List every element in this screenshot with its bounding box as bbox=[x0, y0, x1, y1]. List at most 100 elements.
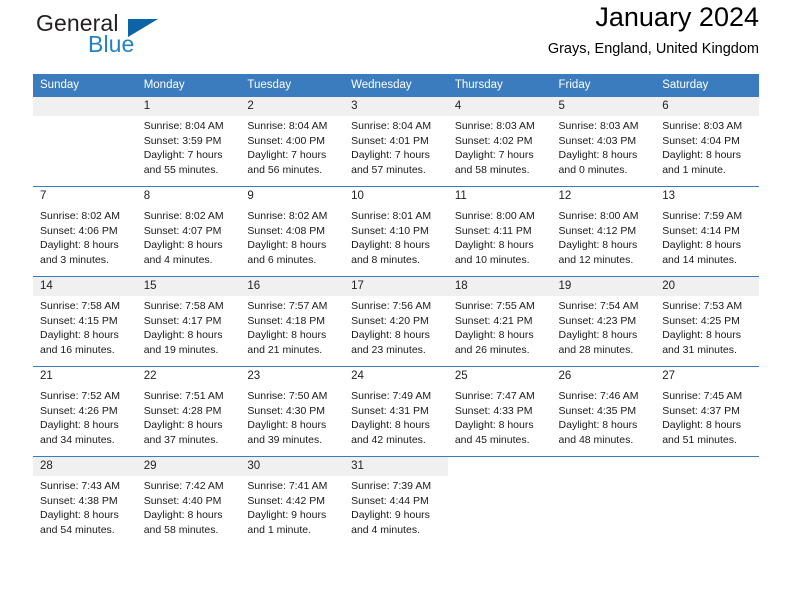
daylight-text-line1: Daylight: 7 hours bbox=[143, 149, 223, 162]
sunset-text: Sunset: 4:30 PM bbox=[247, 404, 326, 417]
sunset-text: Sunset: 4:26 PM bbox=[40, 404, 118, 417]
sunrise-text: Sunrise: 8:03 AM bbox=[662, 120, 743, 132]
daylight-text-line2: and 28 minutes. bbox=[558, 343, 634, 356]
brand-name-blue: Blue bbox=[88, 31, 135, 57]
calendar-week-row: 21 Sunrise: 7:52 AM Sunset: 4:26 PM Dayligh… bbox=[33, 366, 759, 457]
calendar-day-cell[interactable]: 6 Sunrise: 8:03 AM Sunset: 4:04 PM Daylight… bbox=[655, 96, 759, 187]
sunrise-text: Sunrise: 7:45 AM bbox=[662, 390, 743, 402]
page-subtitle: Grays, England, United Kingdom bbox=[547, 41, 759, 57]
day-details bbox=[552, 476, 656, 479]
daylight-text-line2: and 4 minutes. bbox=[351, 523, 420, 536]
day-number: 18 bbox=[447, 277, 552, 296]
day-details: Sunrise: 7:45 AM Sunset: 4:37 PM Daylight:… bbox=[655, 386, 759, 447]
calendar-day-cell[interactable]: 28 Sunrise: 7:43 AM Sunset: 4:38 PM Dayligh… bbox=[33, 456, 137, 546]
calendar-day-cell[interactable]: 20 Sunrise: 7:53 AM Sunset: 4:25 PM Dayligh… bbox=[655, 276, 759, 367]
day-details: Sunrise: 7:58 AM Sunset: 4:15 PM Daylight:… bbox=[33, 296, 137, 357]
day-details: Sunrise: 7:59 AM Sunset: 4:14 PM Daylight:… bbox=[655, 206, 759, 267]
calendar-day-cell[interactable]: 27 Sunrise: 7:45 AM Sunset: 4:37 PM Dayligh… bbox=[655, 366, 759, 457]
weekday-header-saturday: Saturday bbox=[655, 74, 759, 97]
daylight-text-line2: and 31 minutes. bbox=[662, 343, 737, 356]
calendar-page: General Blue January 2024 Grays, England… bbox=[0, 0, 792, 612]
weekday-header-sunday: Sunday bbox=[33, 74, 137, 97]
calendar-day-cell[interactable]: 13 Sunrise: 7:59 AM Sunset: 4:14 PM Dayligh… bbox=[655, 186, 759, 277]
daylight-text-line2: and 57 minutes. bbox=[351, 163, 426, 176]
calendar-day-cell[interactable]: 4 Sunrise: 8:03 AM Sunset: 4:02 PM Daylight… bbox=[447, 96, 552, 187]
calendar-day-cell[interactable]: 12 Sunrise: 8:00 AM Sunset: 4:12 PM Dayligh… bbox=[551, 186, 656, 277]
weekday-header-thursday: Thursday bbox=[447, 74, 552, 97]
sunset-text: Sunset: 4:00 PM bbox=[247, 134, 326, 147]
calendar-day-cell[interactable]: 7 Sunrise: 8:02 AM Sunset: 4:06 PM Daylight… bbox=[33, 186, 137, 277]
daylight-text-line1: Daylight: 8 hours bbox=[454, 329, 534, 342]
calendar-day-cell[interactable]: 8 Sunrise: 8:02 AM Sunset: 4:07 PM Daylight… bbox=[136, 186, 241, 277]
daylight-text-line1: Daylight: 7 hours bbox=[454, 149, 534, 162]
day-details: Sunrise: 8:01 AM Sunset: 4:10 PM Daylight:… bbox=[344, 206, 448, 267]
daylight-text-line1: Daylight: 8 hours bbox=[40, 239, 119, 252]
calendar-week-row: 7 Sunrise: 8:02 AM Sunset: 4:06 PM Daylight… bbox=[33, 186, 759, 277]
day-details: Sunrise: 8:00 AM Sunset: 4:12 PM Daylight:… bbox=[552, 206, 656, 267]
day-number bbox=[655, 457, 759, 476]
daylight-text-line1: Daylight: 8 hours bbox=[662, 419, 742, 432]
daylight-text-line2: and 51 minutes. bbox=[662, 433, 737, 446]
brand-logo[interactable]: General Blue bbox=[33, 10, 263, 66]
calendar-day-cell[interactable]: 16 Sunrise: 7:57 AM Sunset: 4:18 PM Dayligh… bbox=[240, 276, 345, 367]
daylight-text-line1: Daylight: 8 hours bbox=[662, 149, 742, 162]
day-number: 25 bbox=[447, 367, 552, 386]
calendar-day-cell[interactable]: 29 Sunrise: 7:42 AM Sunset: 4:40 PM Dayligh… bbox=[136, 456, 241, 546]
calendar-day-cell[interactable]: 9 Sunrise: 8:02 AM Sunset: 4:08 PM Daylight… bbox=[240, 186, 345, 277]
day-number: 9 bbox=[240, 187, 345, 206]
sunset-text: Sunset: 3:59 PM bbox=[143, 134, 222, 147]
calendar-day-cell[interactable]: 21 Sunrise: 7:52 AM Sunset: 4:26 PM Dayligh… bbox=[33, 366, 137, 457]
sunrise-text: Sunrise: 7:53 AM bbox=[662, 300, 743, 312]
day-details: Sunrise: 8:04 AM Sunset: 4:01 PM Daylight:… bbox=[344, 116, 448, 177]
day-number: 23 bbox=[240, 367, 345, 386]
day-number: 8 bbox=[136, 187, 241, 206]
calendar-day-cell[interactable]: 18 Sunrise: 7:55 AM Sunset: 4:21 PM Dayligh… bbox=[447, 276, 552, 367]
daylight-text-line2: and 39 minutes. bbox=[247, 433, 323, 446]
calendar-day-cell[interactable]: 11 Sunrise: 8:00 AM Sunset: 4:11 PM Dayligh… bbox=[447, 186, 552, 277]
sunrise-text: Sunrise: 7:43 AM bbox=[40, 480, 120, 492]
weekday-header-friday: Friday bbox=[551, 74, 656, 97]
daylight-text-line2: and 1 minute. bbox=[662, 163, 726, 176]
daylight-text-line1: Daylight: 7 hours bbox=[351, 149, 430, 162]
calendar-day-cell[interactable]: 24 Sunrise: 7:49 AM Sunset: 4:31 PM Dayligh… bbox=[344, 366, 448, 457]
calendar-day-cell[interactable]: 15 Sunrise: 7:58 AM Sunset: 4:17 PM Dayligh… bbox=[136, 276, 241, 367]
daylight-text-line2: and 21 minutes. bbox=[247, 343, 323, 356]
daylight-text-line1: Daylight: 9 hours bbox=[247, 509, 327, 522]
day-details: Sunrise: 7:52 AM Sunset: 4:26 PM Daylight:… bbox=[33, 386, 137, 447]
calendar-day-cell[interactable]: 5 Sunrise: 8:03 AM Sunset: 4:03 PM Daylight… bbox=[551, 96, 656, 187]
day-details: Sunrise: 7:53 AM Sunset: 4:25 PM Daylight:… bbox=[655, 296, 759, 357]
calendar-day-cell[interactable]: 17 Sunrise: 7:56 AM Sunset: 4:20 PM Dayligh… bbox=[344, 276, 448, 367]
daylight-text-line2: and 56 minutes. bbox=[247, 163, 323, 176]
day-details: Sunrise: 7:58 AM Sunset: 4:17 PM Daylight:… bbox=[137, 296, 241, 357]
calendar-day-cell[interactable]: 26 Sunrise: 7:46 AM Sunset: 4:35 PM Dayligh… bbox=[551, 366, 656, 457]
calendar-day-cell[interactable]: 22 Sunrise: 7:51 AM Sunset: 4:28 PM Dayligh… bbox=[136, 366, 241, 457]
daylight-text-line2: and 37 minutes. bbox=[143, 433, 219, 446]
calendar-day-cell[interactable]: 2 Sunrise: 8:04 AM Sunset: 4:00 PM Daylight… bbox=[240, 96, 345, 187]
calendar-day-cell[interactable]: 19 Sunrise: 7:54 AM Sunset: 4:23 PM Dayligh… bbox=[551, 276, 656, 367]
calendar-day-cell[interactable]: 23 Sunrise: 7:50 AM Sunset: 4:30 PM Dayligh… bbox=[240, 366, 345, 457]
daylight-text-line2: and 58 minutes. bbox=[143, 523, 219, 536]
day-number bbox=[551, 457, 656, 476]
calendar-day-cell[interactable]: 25 Sunrise: 7:47 AM Sunset: 4:33 PM Dayligh… bbox=[447, 366, 552, 457]
daylight-text-line1: Daylight: 8 hours bbox=[143, 239, 223, 252]
calendar-day-cell[interactable]: 10 Sunrise: 8:01 AM Sunset: 4:10 PM Dayligh… bbox=[344, 186, 448, 277]
day-details: Sunrise: 8:00 AM Sunset: 4:11 PM Daylight:… bbox=[448, 206, 552, 267]
calendar-day-cell[interactable]: 30 Sunrise: 7:41 AM Sunset: 4:42 PM Dayligh… bbox=[240, 456, 345, 546]
sunrise-text: Sunrise: 8:03 AM bbox=[454, 120, 535, 132]
daylight-text-line2: and 8 minutes. bbox=[351, 253, 420, 266]
daylight-text-line2: and 54 minutes. bbox=[40, 523, 115, 536]
calendar-day-cell[interactable]: 14 Sunrise: 7:58 AM Sunset: 4:15 PM Dayligh… bbox=[33, 276, 137, 367]
daylight-text-line1: Daylight: 8 hours bbox=[143, 329, 223, 342]
day-number: 30 bbox=[240, 457, 345, 476]
daylight-text-line1: Daylight: 8 hours bbox=[351, 419, 430, 432]
day-details: Sunrise: 7:46 AM Sunset: 4:35 PM Daylight:… bbox=[552, 386, 656, 447]
title-block: January 2024 Grays, England, United King… bbox=[548, 0, 759, 60]
calendar-day-cell[interactable]: 3 Sunrise: 8:04 AM Sunset: 4:01 PM Daylight… bbox=[344, 96, 448, 187]
calendar-day-cell[interactable]: 1 Sunrise: 8:04 AM Sunset: 3:59 PM Daylight… bbox=[136, 96, 241, 187]
calendar-day-cell[interactable]: 31 Sunrise: 7:39 AM Sunset: 4:44 PM Dayligh… bbox=[344, 456, 448, 546]
daylight-text-line2: and 14 minutes. bbox=[662, 253, 737, 266]
sunrise-text: Sunrise: 8:02 AM bbox=[40, 210, 120, 222]
sunrise-text: Sunrise: 7:56 AM bbox=[351, 300, 432, 312]
sunrise-text: Sunrise: 7:47 AM bbox=[454, 390, 535, 402]
daylight-text-line1: Daylight: 8 hours bbox=[351, 329, 430, 342]
